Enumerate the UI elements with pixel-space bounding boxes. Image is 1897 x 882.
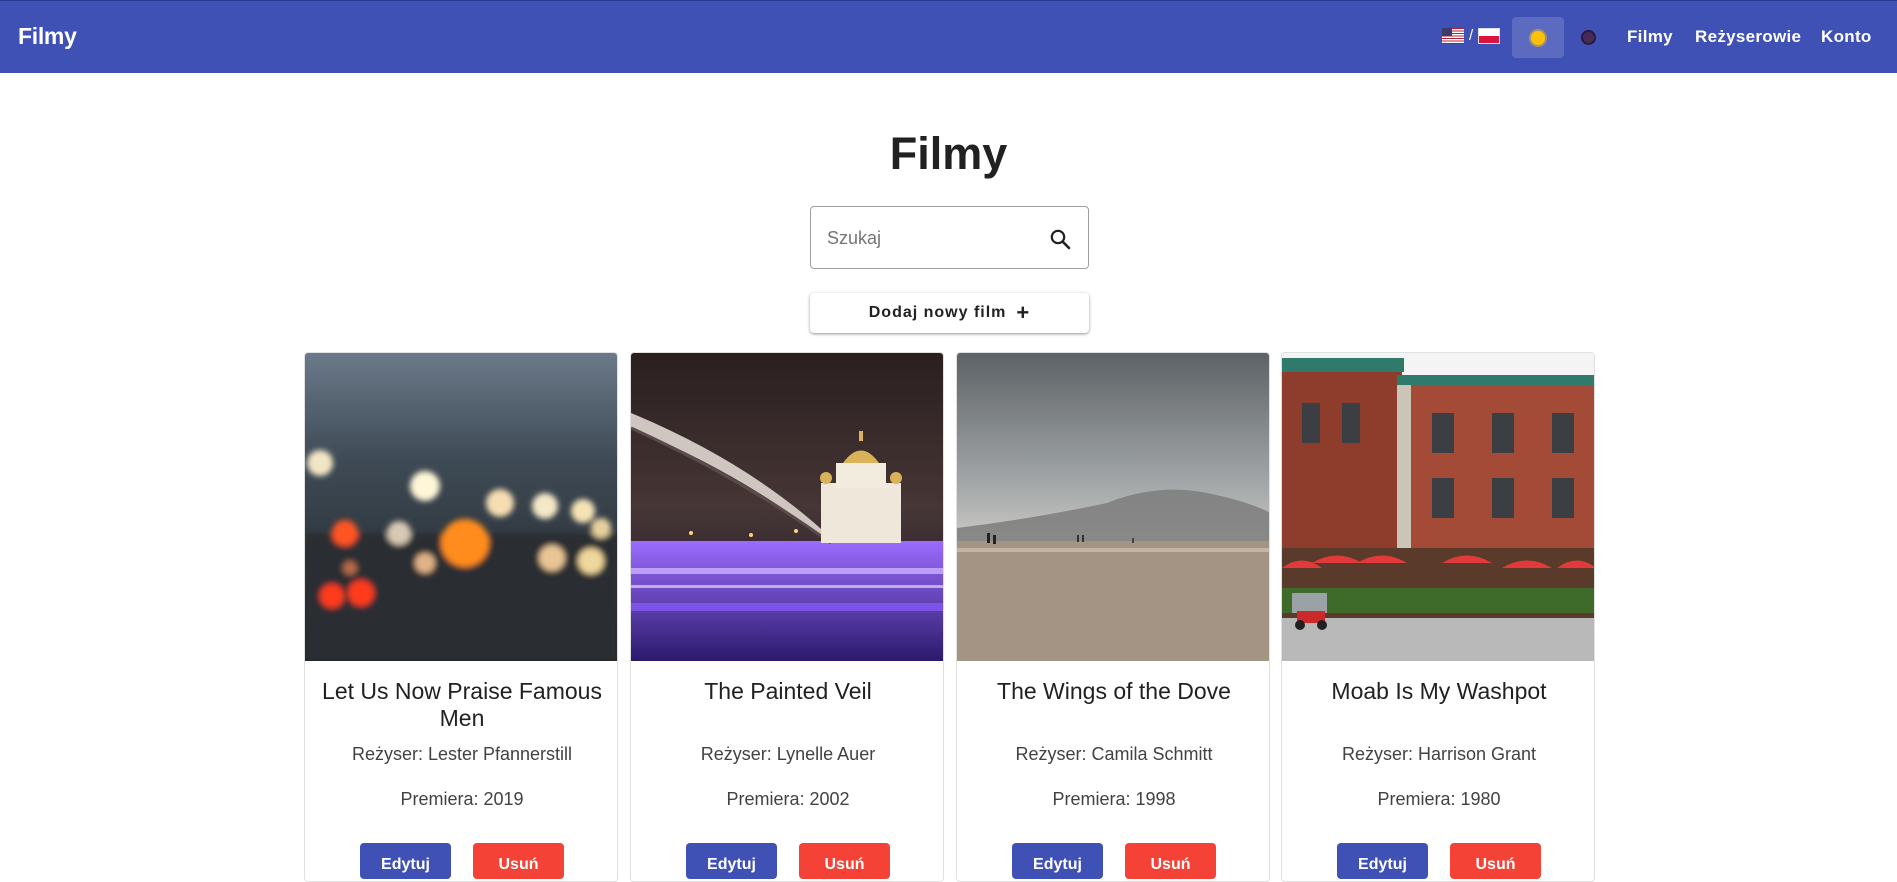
sun-icon xyxy=(1531,30,1545,45)
nav-link-konto[interactable]: Konto xyxy=(1821,27,1872,47)
delete-button[interactable]: Usuń xyxy=(1125,843,1216,879)
add-movie-button[interactable]: Dodaj nowy film + xyxy=(810,293,1089,333)
light-theme-button[interactable] xyxy=(1512,17,1564,58)
movie-director: Reżyser: Camila Schmitt xyxy=(1015,744,1213,764)
movie-premiere: Premiera: 2002 xyxy=(726,789,850,809)
edit-button[interactable]: Edytuj xyxy=(1012,843,1103,879)
movie-premiere: Premiera: 1980 xyxy=(1377,789,1501,809)
search-field xyxy=(810,206,1089,269)
search-input[interactable] xyxy=(827,225,1027,251)
delete-button[interactable]: Usuń xyxy=(1450,843,1541,879)
nav-link-filmy[interactable]: Filmy xyxy=(1627,27,1673,47)
language-separator: / xyxy=(1469,27,1474,44)
movie-director: Reżyser: Harrison Grant xyxy=(1341,744,1537,764)
delete-button[interactable]: Usuń xyxy=(799,843,890,879)
top-navbar: Filmy / Filmy Reżyserowie Konto xyxy=(0,0,1897,73)
movie-poster-cathedral xyxy=(631,353,943,661)
movie-premiere: Premiera: 2019 xyxy=(400,789,524,809)
movie-poster-building xyxy=(1282,353,1594,661)
movie-director: Reżyser: Lester Pfannerstill xyxy=(351,744,573,764)
movie-director: Reżyser: Lynelle Auer xyxy=(700,744,876,764)
brand-logo[interactable]: Filmy xyxy=(18,23,77,50)
movie-card: Let Us Now Praise Famous Men Reżyser: Le… xyxy=(304,352,618,882)
pl-flag-icon[interactable] xyxy=(1478,27,1501,44)
movie-poster-beach xyxy=(957,353,1269,661)
nav-link-rezyserowie[interactable]: Reżyserowie xyxy=(1695,27,1801,47)
search-icon[interactable] xyxy=(1048,227,1072,251)
add-movie-label: Dodaj nowy film xyxy=(868,304,1007,321)
edit-button[interactable]: Edytuj xyxy=(686,843,777,879)
movie-poster-bokeh xyxy=(305,353,617,661)
movie-premiere: Premiera: 1998 xyxy=(1052,789,1176,809)
movie-title: Let Us Now Praise Famous Men xyxy=(322,678,602,731)
language-switcher: / xyxy=(1442,27,1501,44)
movie-card: Moab Is My Washpot Reżyser: Harrison Gra… xyxy=(1281,352,1595,882)
movie-card: The Painted Veil Reżyser: Lynelle Auer P… xyxy=(630,352,944,882)
movie-card: The Wings of the Dove Reżyser: Camila Sc… xyxy=(956,352,1270,882)
delete-button[interactable]: Usuń xyxy=(473,843,564,879)
us-flag-icon[interactable] xyxy=(1442,27,1464,44)
movie-title: The Wings of the Dove xyxy=(997,678,1231,704)
plus-icon: + xyxy=(1016,300,1031,325)
movie-title: The Painted Veil xyxy=(704,678,872,704)
moon-icon xyxy=(1580,29,1596,45)
edit-button[interactable]: Edytuj xyxy=(360,843,451,879)
movie-title: Moab Is My Washpot xyxy=(1331,678,1547,704)
dark-theme-button[interactable] xyxy=(1578,27,1598,47)
edit-button[interactable]: Edytuj xyxy=(1337,843,1428,879)
page-title: Filmy xyxy=(889,128,1008,179)
